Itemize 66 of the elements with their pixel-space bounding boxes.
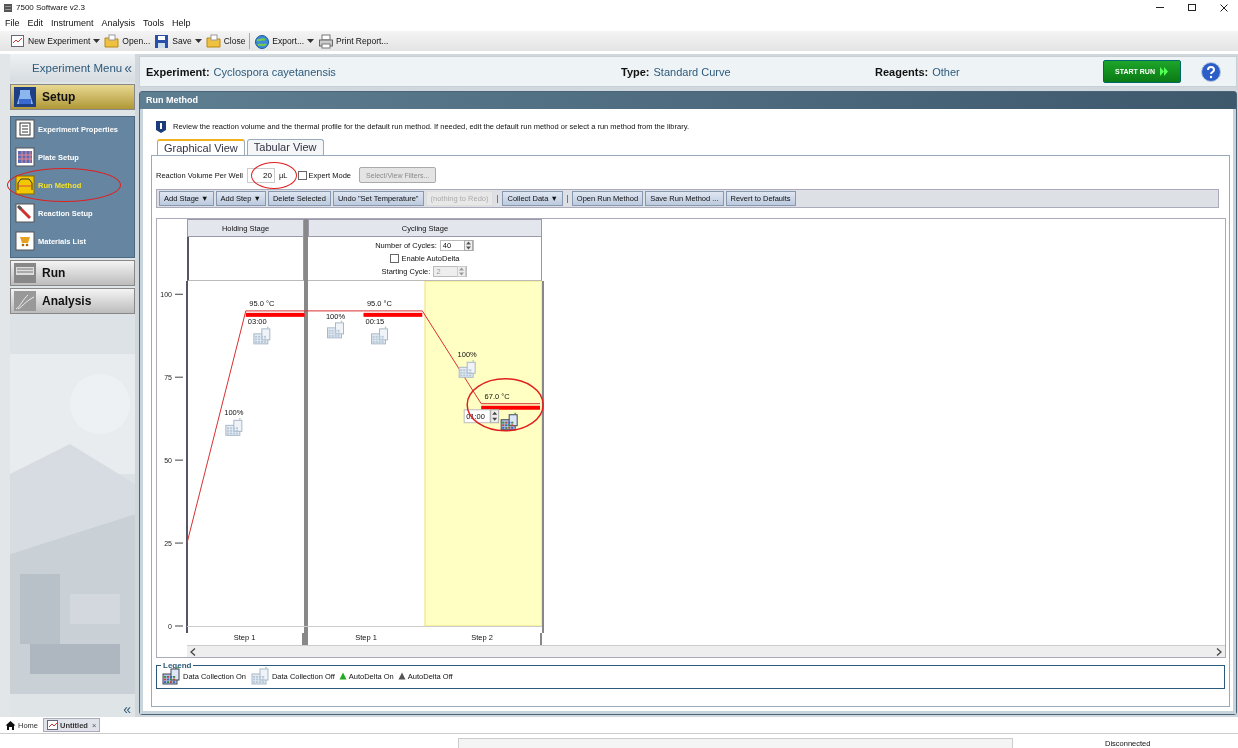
folder-icon xyxy=(104,33,120,49)
field-label: Type: xyxy=(621,65,650,78)
spinner-arrows-icon[interactable] xyxy=(490,409,500,424)
profile-chart-icon xyxy=(15,175,35,195)
flask-icon xyxy=(14,87,36,107)
document-icon xyxy=(15,119,35,139)
window-title: 7500 Software v2.3 xyxy=(16,3,85,12)
volume-field[interactable]: 20 xyxy=(247,167,275,183)
checkbox[interactable] xyxy=(297,170,307,180)
sidebar-section[interactable]: Analysis xyxy=(10,288,135,314)
maximize-icon xyxy=(1188,4,1196,11)
view-tab[interactable]: Graphical View xyxy=(157,139,245,155)
field-value: Cyclospora cayetanensis xyxy=(213,65,336,78)
toolbar-button[interactable]: Export... xyxy=(272,36,304,46)
collapse-button[interactable]: « xyxy=(123,701,131,717)
toolbar-button[interactable]: Open... xyxy=(122,36,151,46)
scroll-left-icon xyxy=(190,647,196,656)
globe-icon xyxy=(254,33,270,49)
plate-grid-icon xyxy=(15,147,35,167)
toolbar-button[interactable]: Print Report... xyxy=(336,36,389,46)
minimize-icon xyxy=(1156,7,1164,8)
menu-item[interactable]: Tools xyxy=(143,18,165,28)
scroll-right-icon xyxy=(1216,647,1222,656)
sidebar-section[interactable]: Run xyxy=(10,260,135,286)
instrument-icon xyxy=(14,263,36,283)
data-collection-icon xyxy=(249,666,270,686)
legend-title: Legend xyxy=(162,661,193,670)
menu-item[interactable]: Instrument xyxy=(51,18,94,28)
spinner-arrows-icon xyxy=(463,239,473,251)
toolbar-button[interactable]: Close xyxy=(223,36,246,46)
triangle-icon xyxy=(397,672,406,680)
data-collection-icon[interactable] xyxy=(500,412,518,431)
sidebar-title: Experiment Menu xyxy=(32,62,123,74)
field-label: Experiment: xyxy=(146,65,210,78)
hold-plateau[interactable] xyxy=(245,312,305,317)
printer-icon xyxy=(318,33,333,49)
menu-item[interactable]: Analysis xyxy=(101,18,136,28)
document-icon xyxy=(47,720,58,730)
info-icon xyxy=(155,120,167,133)
menu-item[interactable]: Edit xyxy=(27,18,44,28)
sidebar-section[interactable]: Setup xyxy=(10,84,135,110)
document-icon xyxy=(10,33,25,49)
field-value: Standard Curve xyxy=(653,65,731,78)
pipette-icon xyxy=(15,203,35,223)
double-chevron-icon xyxy=(1159,67,1169,76)
view-tab[interactable]: Tabular View xyxy=(246,139,324,155)
toolbar-button[interactable]: Save xyxy=(172,36,192,46)
home-icon xyxy=(5,719,16,731)
app-icon xyxy=(4,3,12,12)
cart-icon xyxy=(15,231,35,251)
menu-item[interactable]: File xyxy=(5,18,20,28)
checkbox[interactable] xyxy=(389,253,399,263)
triangle-icon xyxy=(338,672,347,680)
field-label: Reagents: xyxy=(875,65,929,78)
graph-icon xyxy=(14,291,36,311)
horizontal-scrollbar[interactable] xyxy=(187,645,1225,657)
toolbar-button[interactable]: New Experiment xyxy=(28,36,91,46)
field-value: Other xyxy=(932,65,960,78)
collapse-button[interactable]: « xyxy=(124,60,132,76)
spinner-arrows-icon xyxy=(457,265,467,277)
menu-item[interactable]: Help xyxy=(172,18,191,28)
panel-title: Run Method xyxy=(140,92,1236,109)
hold-plateau[interactable] xyxy=(363,312,423,317)
help-icon xyxy=(1201,61,1221,82)
close-icon xyxy=(1220,3,1228,12)
folder-icon xyxy=(205,33,221,49)
